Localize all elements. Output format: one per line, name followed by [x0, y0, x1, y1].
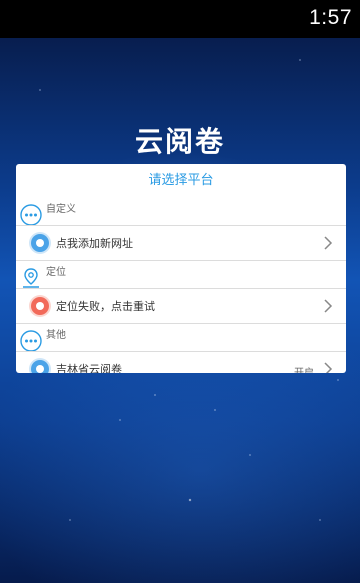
section-label: 自定义	[46, 204, 76, 215]
section-label: 其他	[46, 330, 66, 341]
section-label: 定位	[46, 267, 66, 278]
status-bar: 1:57	[0, 0, 360, 38]
more-dots-icon	[20, 204, 42, 226]
section-location-header: 定位	[16, 261, 346, 288]
more-dots-icon	[20, 330, 42, 352]
item-label: 吉林省云阅卷	[56, 363, 122, 373]
location-pin-icon	[23, 268, 39, 288]
radio-dot-icon	[31, 234, 49, 252]
section-other-header: 其他	[16, 324, 346, 352]
chevron-right-icon	[324, 299, 333, 313]
section-custom-header: 自定义	[16, 198, 346, 226]
radio-dot-icon	[31, 360, 49, 373]
radio-dot-icon	[31, 297, 49, 315]
dialog-title: 请选择平台	[148, 173, 214, 188]
chevron-right-icon	[324, 236, 333, 250]
chevron-right-icon	[324, 362, 333, 373]
platform-select-dialog: 请选择平台 自定义 点我添加新网址 定位 定位失败，点击重试 其他 吉林省云阅卷	[16, 164, 346, 373]
status-tag: 开启	[294, 364, 314, 373]
list-item-location-retry[interactable]: 定位失败，点击重试	[16, 288, 346, 324]
list-item-jilin-cloud-marking[interactable]: 吉林省云阅卷 开启	[16, 351, 346, 373]
item-label: 定位失败，点击重试	[56, 300, 155, 313]
list-item-add-new-url[interactable]: 点我添加新网址	[16, 225, 346, 261]
item-label: 点我添加新网址	[56, 237, 133, 250]
status-time: 1:57	[309, 6, 352, 29]
app-title: 云阅卷	[134, 125, 225, 158]
